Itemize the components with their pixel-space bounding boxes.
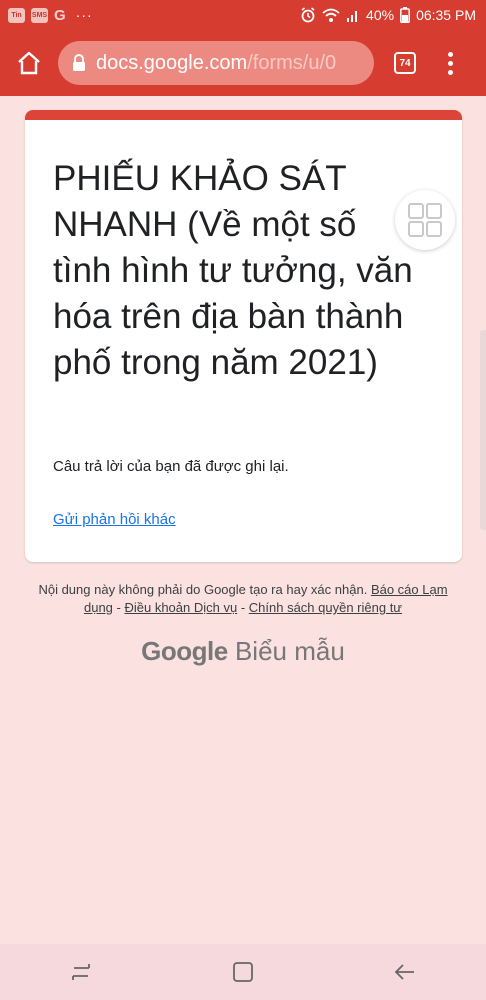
signal-icon [347, 11, 358, 22]
browser-toolbar: docs.google.com/forms/u/0 74 [0, 30, 486, 96]
privacy-policy-link[interactable]: Chính sách quyền riêng tư [249, 600, 402, 615]
logo-forms-text: Biểu mẫu [234, 636, 345, 666]
confirmation-message: Câu trả lời của bạn đã được ghi lại. [53, 458, 289, 475]
recents-button[interactable] [61, 952, 101, 992]
google-notification-icon: G [54, 6, 66, 24]
sms-notification-icon: SMS [31, 7, 48, 23]
home-nav-button[interactable] [223, 952, 263, 992]
recents-icon [72, 964, 90, 980]
message-notification-icon: Tin [8, 7, 25, 23]
menu-dot [447, 69, 453, 75]
home-button[interactable] [0, 30, 58, 96]
home-icon [18, 51, 40, 75]
submit-another-response-link[interactable]: Gửi phản hồi khác [53, 511, 176, 528]
menu-dot [447, 51, 453, 57]
system-navigation-bar [0, 944, 486, 1000]
form-title: PHIẾU KHẢO SÁT NHANH (Về một số tình hìn… [53, 159, 413, 382]
battery-percent: 40% [366, 7, 395, 23]
terms-of-service-link[interactable]: Điều khoản Dịch vụ [124, 600, 237, 615]
tab-switcher-button[interactable]: 74 [394, 52, 416, 74]
battery-icon [400, 7, 411, 23]
logo-google-text: Google [141, 636, 228, 666]
back-button[interactable] [385, 952, 425, 992]
disclaimer-text: Nội dung này không phải do Google tạo ra… [38, 582, 368, 597]
wifi-icon [322, 8, 340, 22]
app-grid-button[interactable] [395, 190, 455, 250]
menu-dot [447, 60, 453, 66]
clock: 06:35 PM [416, 7, 476, 23]
overflow-menu-button[interactable] [440, 51, 460, 75]
form-response-card: PHIẾU KHẢO SÁT NHANH (Về một số tình hìn… [25, 110, 462, 562]
more-notifications-icon: ··· [75, 7, 93, 23]
url-domain: docs.google.com [96, 51, 248, 74]
status-left: Tin SMS G ··· [8, 7, 93, 24]
back-arrow-icon [394, 964, 414, 980]
grid-icon [408, 203, 442, 237]
google-forms-logo[interactable]: Google Biểu mẫu [0, 636, 486, 667]
edge-panel-handle[interactable] [480, 330, 486, 530]
lock-icon [72, 54, 86, 72]
card-accent-bar [25, 110, 462, 120]
home-square-icon [233, 962, 253, 982]
url-path: /forms/u/0 [247, 51, 337, 74]
address-bar[interactable]: docs.google.com/forms/u/0 [58, 41, 374, 85]
status-bar: Tin SMS G ··· 40% 06:35 PM [0, 0, 486, 30]
form-footer: Nội dung này không phải do Google tạo ra… [30, 581, 456, 617]
separator: - [112, 600, 125, 615]
alarm-icon [301, 7, 315, 23]
separator: - [237, 600, 249, 615]
status-right: 40% 06:35 PM [300, 7, 476, 23]
